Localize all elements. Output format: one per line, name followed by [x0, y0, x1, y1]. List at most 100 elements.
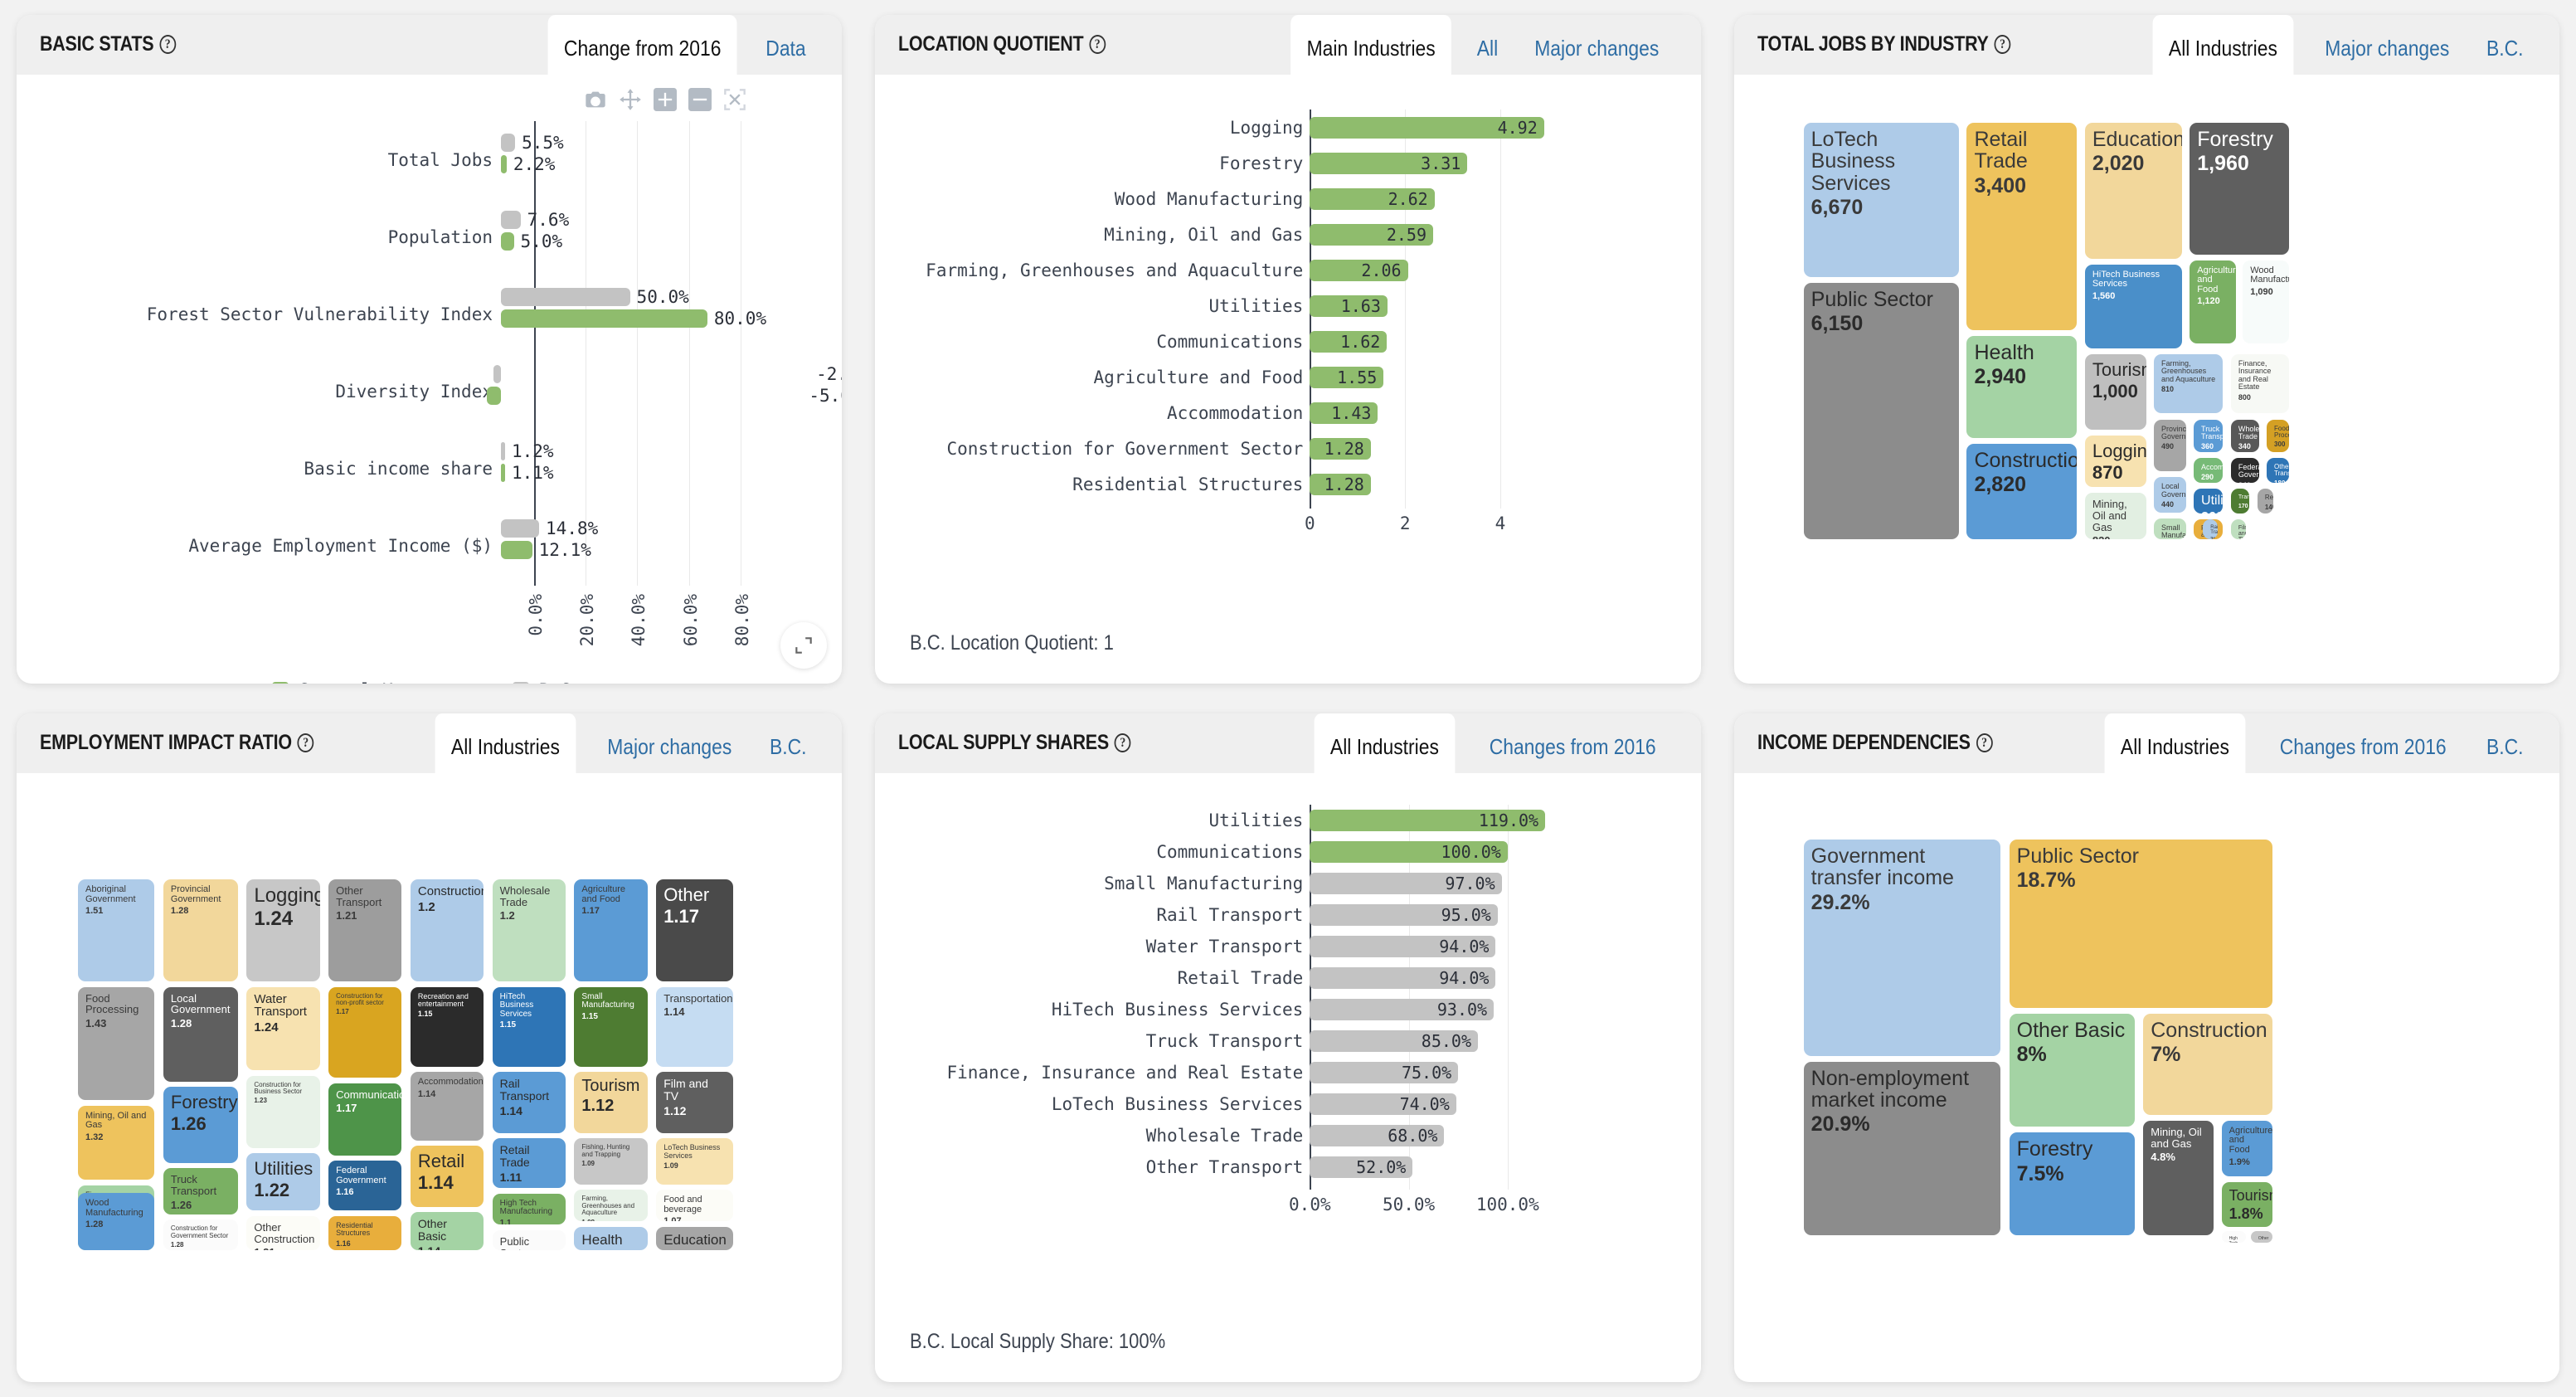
question-circle-icon[interactable]: ? — [1994, 35, 2010, 54]
treemap-cell[interactable]: Truck Transport360 — [2194, 419, 2224, 452]
treemap-cell[interactable]: Small Manufacturing410 — [2154, 518, 2186, 539]
treemap-cell[interactable]: Mining, Oil and Gas 4.8% — [2143, 1120, 2214, 1235]
treemap-cell[interactable]: Rail Transport 1.14 — [492, 1072, 566, 1133]
treemap-cell[interactable]: Food and beverage 1.07 — [656, 1190, 733, 1221]
tab-changes-from-2016[interactable]: Changes from 2016 — [2268, 713, 2458, 773]
treemap-cell[interactable]: Fishing, Hunting and Trapping 1.09 — [574, 1138, 648, 1185]
bar[interactable]: 4.92 — [1310, 116, 1544, 139]
treemap-cell[interactable]: Construction 1.2 — [410, 879, 484, 981]
treemap-cell[interactable]: Other0.6% — [2250, 1231, 2272, 1244]
treemap-cell[interactable]: Accommodation* 290 — [2194, 458, 2224, 484]
treemap-cell[interactable]: Local Government440 — [2154, 477, 2186, 513]
treemap-cell[interactable]: Public Sector 6,150 — [1803, 282, 1960, 539]
treemap-cell[interactable]: Education 2,020 — [2084, 123, 2182, 259]
treemap-cell[interactable]: LoTech Business Services 1.09 — [656, 1138, 733, 1185]
bar[interactable]: 1.28 — [1310, 437, 1371, 460]
treemap-cell[interactable]: Forestry 7.5% — [2009, 1132, 2136, 1235]
bar[interactable]: 74.0% — [1310, 1093, 1456, 1115]
treemap-cell[interactable]: Accommodation 1.14 — [410, 1072, 484, 1141]
treemap-cell[interactable]: LoTech Business Services 6,670 — [1803, 123, 1960, 277]
treemap-cell[interactable]: Recreation and entertainment 1.15 — [410, 986, 484, 1067]
bar[interactable]: 95.0% — [1310, 904, 1498, 926]
treemap-cell[interactable]: High Tech Manufacturing 1.1 — [492, 1193, 566, 1225]
treemap-cell[interactable]: Transportation 1.14 — [656, 986, 733, 1067]
tab-main-industries[interactable]: Main Industries — [1290, 15, 1451, 75]
bar[interactable]: 119.0% — [1310, 810, 1546, 831]
bar[interactable]: 100.0% — [1310, 841, 1508, 863]
tab-data[interactable]: Data — [755, 15, 818, 75]
treemap-cell[interactable]: Wood Manufacturing1,090 — [2243, 260, 2290, 343]
treemap-cell[interactable]: Other Construction 1.21 — [246, 1215, 320, 1250]
treemap-cell[interactable]: Wholesale Trade340 — [2230, 419, 2259, 452]
treemap-cell[interactable]: Retail Trade 3,400 — [1966, 123, 2078, 330]
treemap-cell[interactable]: Federal Government 340 — [2230, 458, 2259, 484]
bar[interactable]: 68.0% — [1310, 1125, 1445, 1146]
tab-all-industries[interactable]: All Industries — [2152, 15, 2294, 75]
question-circle-icon[interactable]: ? — [1976, 733, 1993, 752]
treemap-cell[interactable]: Tourism1.8% — [2221, 1181, 2272, 1228]
treemap-cell[interactable]: Agriculture and Food 1.9% — [2221, 1120, 2272, 1176]
treemap-cell[interactable]: Tourism 1.12 — [574, 1072, 648, 1133]
question-circle-icon[interactable]: ? — [1089, 35, 1106, 54]
bar[interactable]: 97.0% — [1310, 873, 1502, 894]
treemap-cell[interactable]: Construction for non-profit sector 1.17 — [328, 986, 402, 1078]
treemap-cell[interactable]: Federal Government 1.16 — [328, 1161, 402, 1211]
treemap-cell[interactable]: Education1.03 — [656, 1226, 733, 1250]
treemap-cell[interactable]: Forestry 1,960 — [2190, 123, 2290, 255]
treemap-cell[interactable]: Aboriginal Government 1.51 — [78, 879, 155, 981]
treemap-cell[interactable]: Mining, Oil and Gas 820 — [2084, 493, 2146, 539]
treemap-cell[interactable]: High Tech Manufacturing0.7% — [2221, 1231, 2246, 1244]
treemap-cell[interactable]: Retail 1.14 — [410, 1146, 484, 1207]
treemap-cell[interactable]: Health1.08 — [574, 1226, 648, 1250]
treemap-cell[interactable]: HiTech Business Services 1,560 — [2084, 264, 2182, 348]
treemap-cell[interactable]: Government transfer income 29.2% — [1803, 840, 2000, 1056]
treemap-cell[interactable]: Public Sector1.1 — [492, 1230, 566, 1250]
treemap-cell[interactable]: Other Transport 1.21 — [328, 879, 402, 981]
treemap-cell[interactable]: Health 2,940 — [1966, 335, 2078, 438]
bar[interactable]: 3.31 — [1310, 152, 1468, 174]
tab-all-industries[interactable]: All Industries — [2104, 713, 2246, 773]
treemap-cell[interactable]: Agriculture and Food 1.17 — [574, 879, 648, 981]
question-circle-icon[interactable]: ? — [297, 733, 314, 752]
bar[interactable]: 52.0% — [1310, 1156, 1413, 1178]
treemap-cell[interactable]: Logging870 — [2084, 435, 2146, 488]
treemap-cell[interactable]: Agriculture and Food 1,120 — [2190, 260, 2236, 343]
tab-all[interactable]: All — [1465, 15, 1510, 75]
treemap-cell[interactable]: Logging 1.24 — [246, 879, 320, 981]
bar[interactable]: 1.62 — [1310, 330, 1388, 353]
treemap-cell[interactable]: Rail Transport70 — [2203, 518, 2219, 539]
bar[interactable]: 94.0% — [1310, 936, 1496, 957]
treemap-cell[interactable]: Food Processing 1.43 — [78, 986, 155, 1101]
treemap-cell[interactable]: Food Processing 300 — [2267, 419, 2290, 452]
tab-changes-from-2016[interactable]: Changes from 2016 — [1478, 713, 1668, 773]
treemap-cell[interactable]: Other Basic1.14 — [410, 1212, 484, 1250]
treemap-cell[interactable]: Other Basic 8% — [2009, 1014, 2136, 1127]
bar[interactable]: 75.0% — [1310, 1062, 1459, 1083]
treemap-cell[interactable]: Residential Structures 1.16 — [328, 1215, 402, 1250]
bar[interactable]: 1.63 — [1310, 294, 1388, 317]
treemap-cell[interactable]: Retail Trade 1.11 — [492, 1138, 566, 1189]
expand-icon[interactable] — [780, 622, 828, 669]
tab-major-changes[interactable]: Major changes — [2313, 15, 2461, 75]
bar[interactable]: 1.28 — [1310, 473, 1371, 495]
treemap-cell[interactable]: Construction 7% — [2143, 1014, 2272, 1116]
bar[interactable]: 1.55 — [1310, 366, 1384, 388]
treemap-cell[interactable]: Utilities260 — [2194, 489, 2224, 514]
treemap-cell[interactable]: Film and TV 1.12 — [656, 1072, 733, 1133]
treemap-cell[interactable]: Retail*140 — [2257, 489, 2274, 514]
tab-bc[interactable]: B.C. — [2475, 713, 2535, 773]
treemap-cell[interactable]: Provincial Government490 — [2154, 419, 2186, 472]
bar[interactable]: 2.62 — [1310, 187, 1435, 210]
tab-major-changes[interactable]: Major changes — [1523, 15, 1670, 75]
treemap-cell[interactable]: HiTech Business Services 1.15 — [492, 986, 566, 1067]
treemap-cell[interactable]: Construction for Government Sector 1.28 — [163, 1219, 238, 1250]
question-circle-icon[interactable]: ? — [1115, 733, 1131, 752]
bar[interactable]: 93.0% — [1310, 999, 1495, 1020]
treemap-cell[interactable]: Public Sector 18.7% — [2009, 840, 2272, 1009]
treemap-cell[interactable]: Provincial Government 1.28 — [163, 879, 238, 981]
bar[interactable]: 1.43 — [1310, 402, 1378, 424]
treemap-cell[interactable]: Mining, Oil and Gas 1.32 — [78, 1105, 155, 1180]
treemap-cell[interactable]: Tourism*1,000 — [2084, 353, 2146, 430]
treemap-cell[interactable]: Communications1.17 — [328, 1083, 402, 1156]
tab-all-industries[interactable]: All Industries — [435, 713, 576, 773]
